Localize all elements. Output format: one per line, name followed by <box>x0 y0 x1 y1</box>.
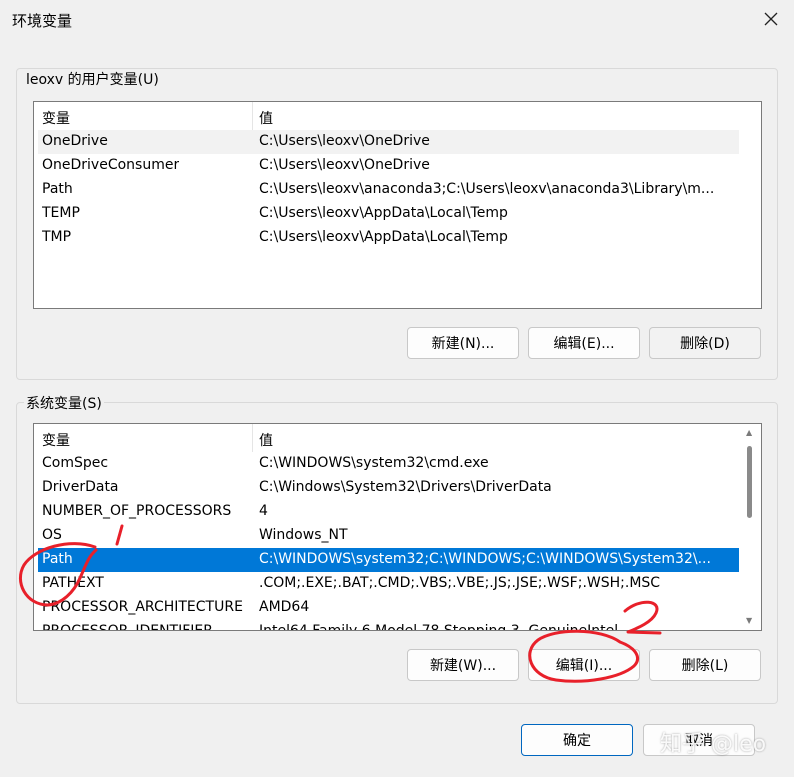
title-bar: 环境变量 <box>0 0 794 40</box>
variable-name: ComSpec <box>42 455 109 471</box>
variable-name: NUMBER_OF_PROCESSORS <box>42 503 232 519</box>
variable-value: .COM;.EXE;.BAT;.CMD;.VBS;.VBE;.JS;.JSE;.… <box>259 575 661 591</box>
close-button[interactable] <box>752 4 790 34</box>
variable-value: Windows_NT <box>259 527 348 543</box>
variable-name: PATHEXT <box>42 575 104 591</box>
table-row-selected[interactable]: Path C:\WINDOWS\system32;C:\WINDOWS;C:\W… <box>38 548 739 572</box>
variable-name: Path <box>42 551 73 567</box>
table-row[interactable]: ComSpec C:\WINDOWS\system32\cmd.exe <box>38 452 739 476</box>
user-vars-header: 变量 值 <box>34 102 761 130</box>
column-divider[interactable] <box>252 102 253 130</box>
variable-name: PROCESSOR_ARCHITECTURE <box>42 599 243 615</box>
table-row[interactable]: OS Windows_NT <box>38 524 739 548</box>
system-edit-button[interactable]: 编辑(I)... <box>528 649 640 681</box>
variable-name: OneDriveConsumer <box>42 157 180 173</box>
table-row[interactable]: NUMBER_OF_PROCESSORS 4 <box>38 500 739 524</box>
table-row[interactable]: OneDrive C:\Users\leoxv\OneDrive <box>38 130 739 154</box>
variable-name: TMP <box>42 229 72 245</box>
system-vars-header: 变量 值 <box>34 424 761 452</box>
scroll-up-icon[interactable]: ▲ <box>746 428 752 437</box>
variable-value: Intel64 Family 6 Model 78 Stepping 3, Ge… <box>259 623 619 631</box>
system-delete-button[interactable]: 删除(L) <box>649 649 761 681</box>
user-delete-button[interactable]: 删除(D) <box>649 327 761 359</box>
variable-name: OneDrive <box>42 133 108 149</box>
window-title: 环境变量 <box>12 12 73 30</box>
user-vars-label: leoxv 的用户变量(U) <box>24 69 161 89</box>
variable-value: C:\Users\leoxv\OneDrive <box>259 157 430 173</box>
table-row[interactable]: TEMP C:\Users\leoxv\AppData\Local\Temp <box>38 202 739 226</box>
variable-value: C:\Users\leoxv\OneDrive <box>259 133 430 149</box>
column-header-variable[interactable]: 变量 <box>42 430 70 450</box>
scrollbar-thumb[interactable] <box>747 446 752 518</box>
watermark: 知乎 @leo <box>660 732 767 757</box>
system-vars-list[interactable]: 变量 值 ComSpec C:\WINDOWS\system32\cmd.exe… <box>33 423 762 631</box>
variable-value: C:\WINDOWS\system32\cmd.exe <box>259 455 489 471</box>
variable-name: OS <box>42 527 62 543</box>
table-row[interactable]: TMP C:\Users\leoxv\AppData\Local\Temp <box>38 226 739 250</box>
ok-button[interactable]: 确定 <box>521 724 633 756</box>
variable-value: C:\Users\leoxv\anaconda3;C:\Users\leoxv\… <box>259 181 715 197</box>
variable-value: AMD64 <box>259 599 310 615</box>
system-vars-label: 系统变量(S) <box>24 393 104 413</box>
close-icon <box>764 12 778 26</box>
variable-value: 4 <box>259 503 268 519</box>
table-row[interactable]: PROCESSOR_ARCHITECTURE AMD64 <box>38 596 739 620</box>
user-new-button[interactable]: 新建(N)... <box>407 327 519 359</box>
variable-name: PROCESSOR_IDENTIFIER <box>42 623 213 631</box>
column-header-value[interactable]: 值 <box>259 108 273 128</box>
scroll-down-icon[interactable]: ▼ <box>746 616 752 625</box>
vertical-scrollbar[interactable]: ▲ ▼ <box>743 424 757 630</box>
variable-name: Path <box>42 181 73 197</box>
variable-value: C:\Windows\System32\Drivers\DriverData <box>259 479 552 495</box>
user-vars-list[interactable]: 变量 值 OneDrive C:\Users\leoxv\OneDrive On… <box>33 101 762 309</box>
table-row[interactable]: PROCESSOR_IDENTIFIER Intel64 Family 6 Mo… <box>38 620 739 631</box>
column-header-variable[interactable]: 变量 <box>42 108 70 128</box>
table-row[interactable]: DriverData C:\Windows\System32\Drivers\D… <box>38 476 739 500</box>
table-row[interactable]: Path C:\Users\leoxv\anaconda3;C:\Users\l… <box>38 178 739 202</box>
column-header-value[interactable]: 值 <box>259 430 273 450</box>
user-edit-button[interactable]: 编辑(E)... <box>528 327 640 359</box>
table-row[interactable]: PATHEXT .COM;.EXE;.BAT;.CMD;.VBS;.VBE;.J… <box>38 572 739 596</box>
variable-name: TEMP <box>42 205 80 221</box>
variable-value: C:\Users\leoxv\AppData\Local\Temp <box>259 229 508 245</box>
variable-value: C:\Users\leoxv\AppData\Local\Temp <box>259 205 508 221</box>
variable-name: DriverData <box>42 479 119 495</box>
system-new-button[interactable]: 新建(W)... <box>407 649 519 681</box>
column-divider[interactable] <box>252 424 253 452</box>
table-row[interactable]: OneDriveConsumer C:\Users\leoxv\OneDrive <box>38 154 739 178</box>
variable-value: C:\WINDOWS\system32;C:\WINDOWS;C:\WINDOW… <box>259 551 711 567</box>
